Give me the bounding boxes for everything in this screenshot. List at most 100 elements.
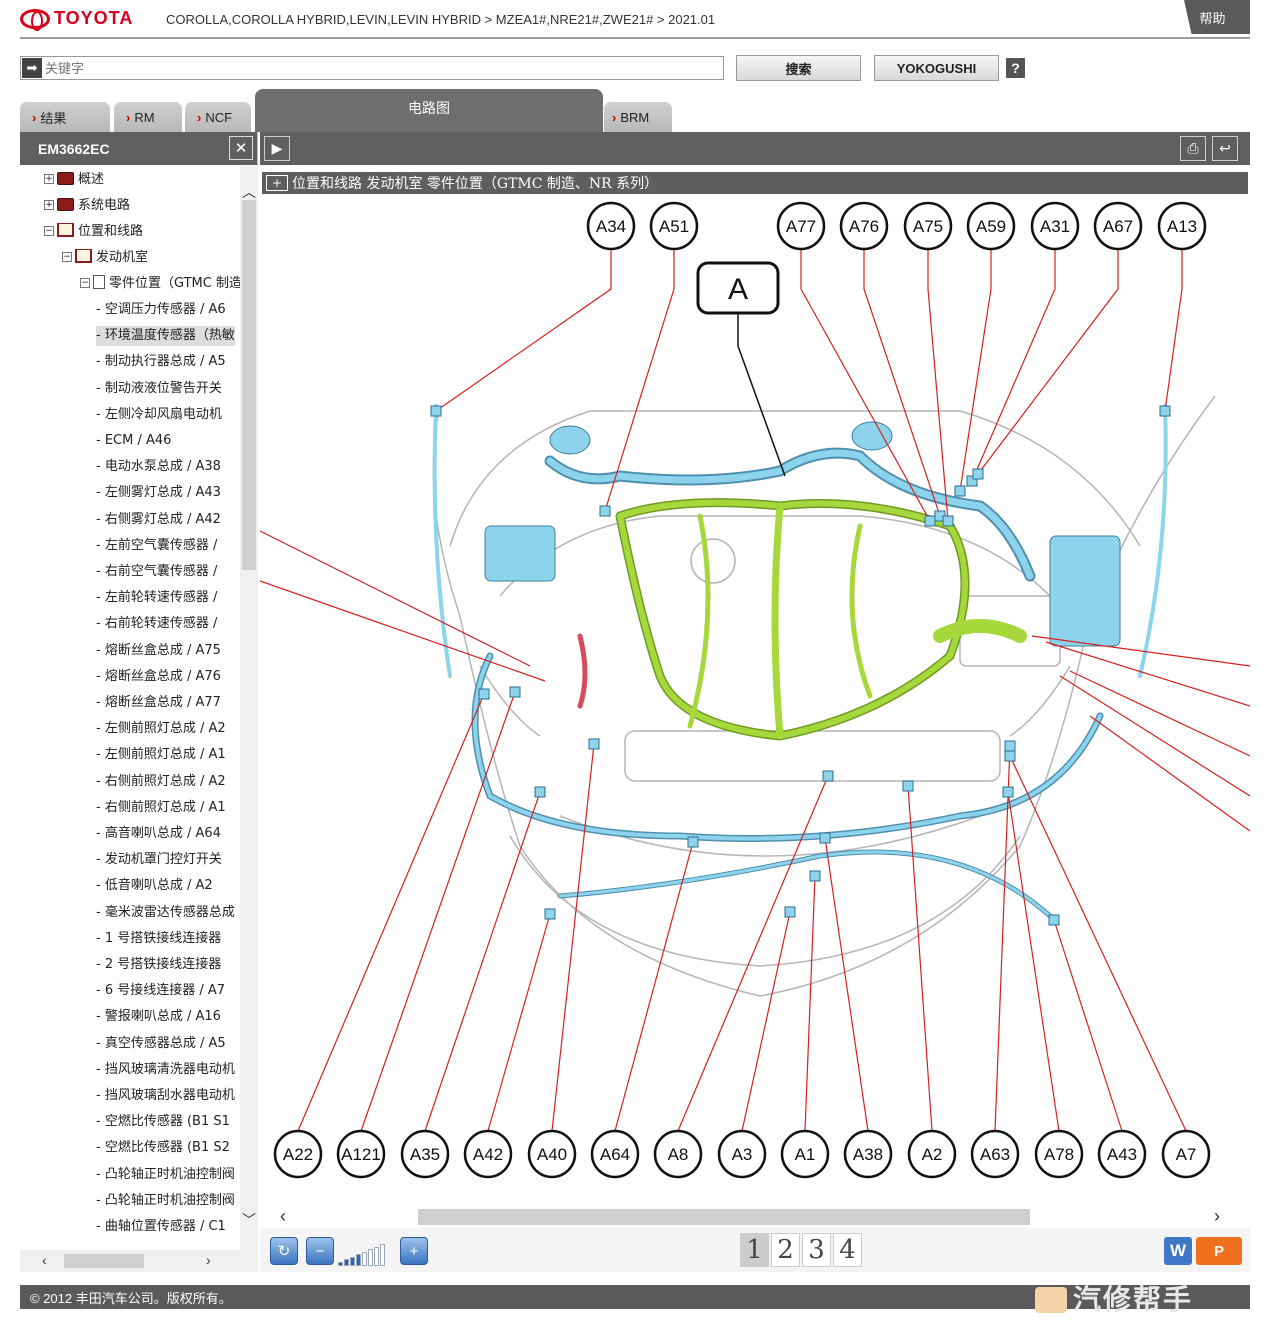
tree-leaf-item[interactable]: - 6 号接线连接器 / A7 [96,981,225,1001]
zoom-out-icon[interactable]: − [306,1237,334,1265]
tree-leaf-item[interactable]: - 右侧前照灯总成 / A1 [96,798,226,818]
tree-leaf-item[interactable]: - 左侧前照灯总成 / A2 [96,719,226,739]
connector-label-bottom[interactable]: A22 [273,1129,323,1179]
search-field[interactable]: ➡ [20,56,724,80]
tree-leaf-item[interactable]: - 左侧雾灯总成 / A43 [96,483,221,503]
connector-marker[interactable] [809,870,821,882]
tree-leaf-item[interactable]: - 制动执行器总成 / A5 [96,352,226,372]
scroll-right-icon[interactable]: › [1214,1206,1220,1227]
tree-leaf-item[interactable]: - 电动水泵总成 / A38 [96,457,221,477]
print-icon[interactable]: ⎙ [1180,136,1206,161]
scroll-thumb[interactable] [418,1209,1030,1225]
tree-leaf-item[interactable]: - 右侧前照灯总成 / A2 [96,772,226,792]
page-button[interactable]: 1 [740,1233,769,1267]
connector-label-top[interactable]: A77 [776,201,826,251]
diagram-viewport[interactable]: + 位置和线路 发动机室 零件位置（GTMC 制造、NR 系列） A A34 A… [260,166,1250,1206]
search-input[interactable] [42,58,723,78]
connector-marker[interactable] [509,686,521,698]
tree-node-overview[interactable]: + 概述 [44,170,104,190]
tab-results[interactable]: › 结果 [20,102,110,132]
zoom-bar[interactable] [344,1259,349,1266]
tree-leaf-item[interactable]: - ECM / A46 [96,431,171,451]
connector-marker[interactable] [478,688,490,700]
help-button[interactable]: 帮助 [1184,0,1250,34]
zoom-in-icon[interactable]: + [400,1237,428,1265]
connector-marker[interactable] [822,770,834,782]
scroll-down-icon[interactable]: ﹀ [240,1210,258,1230]
help-question-icon[interactable]: ? [1006,58,1025,78]
tree-leaf-item[interactable]: - 挡风玻璃清洗器电动机 [96,1060,235,1080]
connector-marker[interactable] [954,485,966,497]
tree-node-system-circuit[interactable]: + 系统电路 [44,196,130,216]
connector-label-top[interactable]: A13 [1157,201,1207,251]
refresh-icon[interactable]: ↻ [270,1237,298,1265]
zoom-bar[interactable] [356,1254,361,1266]
page-button[interactable]: 4 [833,1233,862,1267]
connector-marker[interactable] [687,836,699,848]
ppt-export-button[interactable]: P [1196,1237,1242,1265]
collapse-icon[interactable]: − [62,252,72,262]
tree-leaf-item[interactable]: - 发动机罩门控灯开关 [96,850,222,870]
connector-label-top[interactable]: A67 [1093,201,1143,251]
expand-box-icon[interactable]: + [266,175,288,191]
connector-marker[interactable] [1159,405,1171,417]
connector-marker[interactable] [972,468,984,480]
connector-label-bottom[interactable]: A121 [336,1129,386,1179]
tree-leaf-item[interactable]: - 环境温度传感器（热敏 [96,326,235,347]
zoom-bar[interactable] [380,1244,385,1266]
tree-horizontal-scrollbar[interactable]: ‹ › [20,1250,258,1272]
connector-label-bottom[interactable]: A78 [1034,1129,1084,1179]
tree-leaf-item[interactable]: - 警报喇叭总成 / A16 [96,1007,221,1027]
connector-label-top[interactable]: A76 [839,201,889,251]
tree-leaf-item[interactable]: - 左侧前照灯总成 / A1 [96,745,226,765]
connector-marker[interactable] [599,505,611,517]
tree-leaf-item[interactable]: - 真空传感器总成 / A5 [96,1034,226,1054]
connector-label-bottom[interactable]: A38 [843,1129,893,1179]
zoom-bar[interactable] [338,1261,343,1266]
tree-leaf-item[interactable]: - 左侧冷却风扇电动机 [96,405,222,425]
tree-leaf-item[interactable]: - 熔断丝盒总成 / A75 [96,641,221,661]
scroll-left-icon[interactable]: ‹ [42,1252,47,1268]
tab-ncf[interactable]: › NCF [185,102,251,132]
connector-label-top[interactable]: A31 [1030,201,1080,251]
diagram-horizontal-scrollbar[interactable]: ‹ › [260,1206,1250,1228]
connector-label-top[interactable]: A59 [966,201,1016,251]
expand-icon[interactable]: + [44,200,54,210]
collapse-icon[interactable]: − [44,226,54,236]
connector-marker[interactable] [534,786,546,798]
search-button[interactable]: 搜索 [736,55,861,81]
page-button[interactable]: 3 [802,1233,831,1267]
word-export-button[interactable]: W [1164,1237,1192,1265]
back-icon[interactable]: ↩ [1212,136,1238,161]
zoom-bar[interactable] [374,1246,379,1266]
tree-node-location-routing[interactable]: − 位置和线路 [44,222,143,242]
yokogushi-button[interactable]: YOKOGUSHI [874,55,999,81]
connector-label-bottom[interactable]: A63 [970,1129,1020,1179]
connector-label-bottom[interactable]: A8 [653,1129,703,1179]
tree-leaf-item[interactable]: - 左前轮转速传感器 / [96,588,217,608]
tab-brm[interactable]: › BRM [604,102,672,132]
connector-marker[interactable] [1004,740,1016,752]
connector-label-bottom[interactable]: A3 [717,1129,767,1179]
connector-marker[interactable] [1004,750,1016,762]
connector-label-bottom[interactable]: A1 [780,1129,830,1179]
connector-marker[interactable] [430,405,442,417]
scroll-thumb[interactable] [64,1254,144,1268]
connector-marker[interactable] [1002,786,1014,798]
connector-label-bottom[interactable]: A64 [590,1129,640,1179]
expand-icon[interactable]: + [44,174,54,184]
tree-leaf-item[interactable]: - 右侧雾灯总成 / A42 [96,510,221,530]
connector-label-top[interactable]: A51 [649,201,699,251]
tree-leaf-item[interactable]: - 曲轴位置传感器 / C1 [96,1217,226,1237]
play-icon[interactable]: ▶ [264,136,290,161]
tab-wiring-diagram[interactable]: 电路图 [255,89,603,132]
connector-label-bottom[interactable]: A7 [1161,1129,1211,1179]
tree-leaf-item[interactable]: - 毫米波雷达传感器总成 [96,903,235,923]
zoom-level-indicator[interactable] [338,1244,385,1266]
zoom-bar[interactable] [362,1251,367,1266]
tree-leaf-item[interactable]: - 2 号搭铁接线连接器 [96,955,221,975]
tree-leaf-item[interactable]: - 高音喇叭总成 / A64 [96,824,221,844]
tree-leaf-item[interactable]: - 空调压力传感器 / A6 [96,300,226,320]
scroll-thumb[interactable] [242,200,256,570]
connector-label-bottom[interactable]: A2 [907,1129,957,1179]
